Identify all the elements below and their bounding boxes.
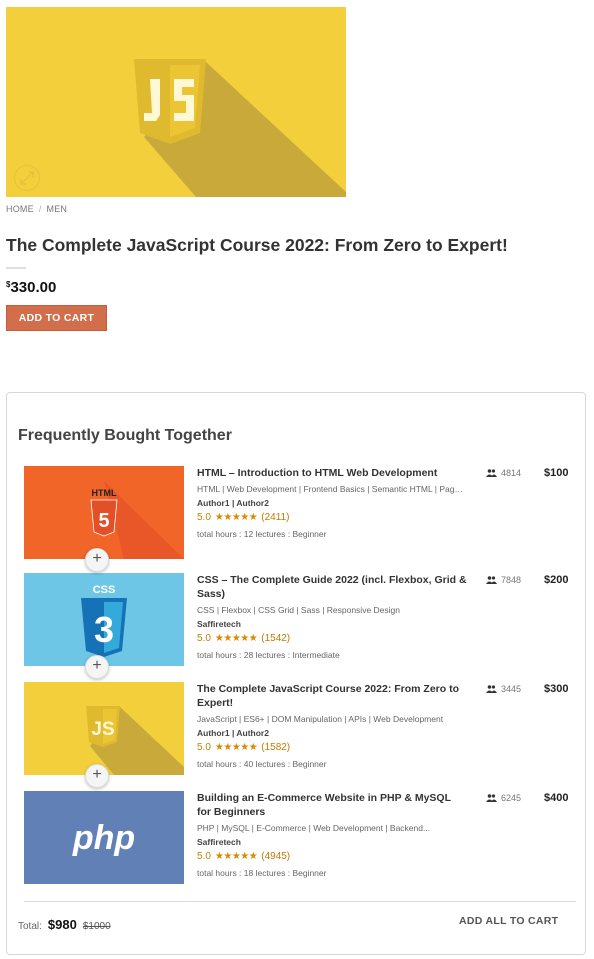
total-price: $980 — [47, 917, 77, 932]
course-meta: total hours : 40 lectures : Beginner — [197, 759, 327, 769]
course-info: CSS – The Complete Guide 2022 (incl. Fle… — [197, 573, 467, 660]
course-title[interactable]: CSS – The Complete Guide 2022 (incl. Fle… — [197, 573, 467, 601]
course-info: HTML – Introduction to HTML Web Developm… — [197, 466, 467, 539]
course-price: $400 — [544, 792, 569, 804]
students-value: 7848 — [501, 575, 522, 585]
svg-text:3: 3 — [94, 609, 114, 650]
course-tags: CSS | Flexbox | CSS Grid | Sass | Respon… — [197, 605, 400, 615]
css3-logo-icon: CSS 3 — [24, 573, 184, 666]
course-authors: Author1 | Author2 — [197, 498, 269, 508]
js-logo-text: JS — [91, 719, 114, 740]
zoom-icon[interactable] — [14, 165, 40, 191]
rating-score: 5.0 — [197, 512, 211, 523]
frequently-bought-together: Frequently Bought Together HTML 5 + HTML… — [6, 392, 586, 955]
course-tags: PHP | MySQL | E-Commerce | Web Developme… — [197, 823, 431, 833]
breadcrumb: HOME / MEN — [6, 204, 67, 214]
course-authors: Author1 | Author2 — [197, 728, 269, 738]
course-meta: total hours : 12 lectures : Beginner — [197, 529, 327, 539]
star-icons: ★★★★★ — [214, 633, 258, 644]
plus-icon: + — [85, 548, 109, 572]
star-icons: ★★★★★ — [214, 742, 258, 753]
course-authors: Saffiretech — [197, 837, 241, 847]
course-rating: 5.0 ★★★★★ (2411) — [197, 512, 467, 523]
course-tags: JavaScript | ES6+ | DOM Manipulation | A… — [197, 714, 444, 724]
students-count: 3445 — [486, 684, 521, 694]
plus-icon: + — [85, 655, 109, 679]
students-count: 6245 — [486, 793, 521, 803]
course-info: The Complete JavaScript Course 2022: Fro… — [197, 682, 467, 769]
course-price: $100 — [544, 467, 569, 479]
course-rating: 5.0 ★★★★★ (1582) — [197, 742, 467, 753]
breadcrumb-men[interactable]: MEN — [47, 204, 68, 214]
course-info: Building an E-Commerce Website in PHP & … — [197, 791, 467, 878]
currency-symbol: $ — [6, 280, 11, 289]
total-summary: Total: $980 $1000 — [18, 917, 111, 932]
course-rating: 5.0 ★★★★★ (1542) — [197, 633, 467, 644]
students-value: 4814 — [501, 468, 522, 478]
html5-logo-icon: HTML 5 — [24, 466, 184, 559]
breadcrumb-separator: / — [38, 204, 42, 214]
course-tags: HTML | Web Development | Frontend Basics… — [197, 484, 465, 494]
php-logo-text: php — [72, 819, 135, 857]
users-icon — [486, 469, 497, 477]
product-title: The Complete JavaScript Course 2022: Fro… — [6, 235, 508, 255]
product-price: $330.00 — [6, 279, 56, 296]
rating-count: (1542) — [261, 633, 291, 644]
students-count: 7848 — [486, 575, 521, 585]
add-to-cart-button[interactable]: ADD TO CART — [6, 305, 107, 331]
rating-count: (1582) — [261, 742, 291, 753]
students-count: 4814 — [486, 468, 521, 478]
star-icons: ★★★★★ — [214, 851, 258, 862]
star-icons: ★★★★★ — [214, 512, 258, 523]
js-logo-icon: JS — [24, 682, 184, 775]
users-icon — [486, 576, 497, 584]
course-meta: total hours : 28 lectures : Intermediate — [197, 650, 340, 660]
php-logo-icon: php — [24, 791, 184, 884]
fbt-item-php: php Building an E-Commerce Website in PH… — [24, 791, 584, 885]
fbt-divider — [24, 901, 576, 902]
course-thumbnail[interactable]: HTML 5 — [24, 466, 184, 559]
course-title[interactable]: The Complete JavaScript Course 2022: Fro… — [197, 682, 467, 710]
users-icon — [486, 794, 497, 802]
plus-icon: + — [85, 764, 109, 788]
course-price: $300 — [544, 683, 569, 695]
course-thumbnail[interactable]: JS — [24, 682, 184, 775]
js-logo-icon — [6, 7, 346, 197]
fbt-item-javascript: JS + The Complete JavaScript Course 2022… — [24, 682, 584, 788]
html-logo-text: HTML — [92, 488, 117, 498]
fbt-item-html: HTML 5 + HTML – Introduction to HTML Web… — [24, 466, 584, 572]
css-logo-text: CSS — [93, 584, 116, 596]
product-image[interactable] — [6, 7, 346, 197]
rating-count: (2411) — [261, 512, 290, 523]
rating-score: 5.0 — [197, 742, 211, 753]
course-rating: 5.0 ★★★★★ (4945) — [197, 851, 467, 862]
course-meta: total hours : 18 lectures : Beginner — [197, 868, 327, 878]
students-value: 3445 — [501, 684, 522, 694]
course-thumbnail[interactable]: CSS 3 — [24, 573, 184, 666]
users-icon — [486, 685, 497, 693]
price-value: 330.00 — [10, 279, 57, 296]
rating-score: 5.0 — [197, 633, 211, 644]
course-title[interactable]: Building an E-Commerce Website in PHP & … — [197, 791, 467, 819]
course-price: $200 — [544, 574, 569, 586]
rating-score: 5.0 — [197, 851, 211, 862]
total-label: Total: — [18, 921, 42, 932]
course-thumbnail[interactable]: php — [24, 791, 184, 884]
rating-count: (4945) — [261, 851, 291, 862]
svg-text:5: 5 — [98, 510, 109, 532]
fbt-heading: Frequently Bought Together — [18, 427, 232, 444]
fbt-item-css: CSS 3 + CSS – The Complete Guide 2022 (i… — [24, 573, 584, 679]
original-price: $1000 — [82, 921, 111, 932]
students-value: 6245 — [501, 793, 522, 803]
course-title[interactable]: HTML – Introduction to HTML Web Developm… — [197, 466, 467, 480]
breadcrumb-home[interactable]: HOME — [6, 204, 34, 214]
course-authors: Saffiretech — [197, 619, 241, 629]
title-divider — [6, 267, 26, 269]
add-all-to-cart-button[interactable]: ADD ALL TO CART — [459, 915, 558, 927]
